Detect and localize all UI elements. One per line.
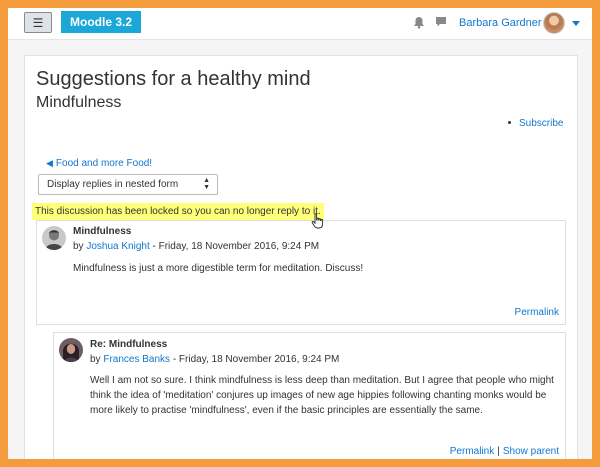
permalink-link[interactable]: Permalink xyxy=(515,307,559,318)
subscribe-link[interactable]: Subscribe xyxy=(508,118,563,129)
author-link[interactable]: Joshua Knight xyxy=(86,241,149,252)
post-commands: Permalink xyxy=(515,307,559,318)
author-avatar[interactable] xyxy=(59,338,83,362)
app-window: ☰ Moodle 3.2 Barbara Gardner Suggestions… xyxy=(8,8,592,459)
permalink-link[interactable]: Permalink xyxy=(450,446,494,457)
user-avatar[interactable] xyxy=(543,12,565,34)
woman-portrait-icon xyxy=(59,338,83,362)
man-portrait-icon xyxy=(42,226,66,250)
post-date: - Friday, 18 November 2016, 9:24 PM xyxy=(149,241,320,252)
author-avatar[interactable] xyxy=(42,226,66,250)
post-commands: Permalink | Show parent xyxy=(450,446,559,457)
show-parent-link[interactable]: Show parent xyxy=(503,446,559,457)
select-arrows-icon: ▲ ▼ xyxy=(203,177,210,191)
author-link[interactable]: Frances Banks xyxy=(103,354,170,365)
page-title: Suggestions for a healthy mind xyxy=(36,68,311,90)
messages-button[interactable] xyxy=(434,15,448,29)
previous-discussion-label[interactable]: Food and more Food! xyxy=(56,158,152,169)
top-navbar: ☰ Moodle 3.2 Barbara Gardner xyxy=(8,8,592,40)
user-menu-name[interactable]: Barbara Gardner xyxy=(459,17,542,29)
display-mode-select[interactable]: Display replies in nested form ▲ ▼ xyxy=(38,174,218,195)
subscribe-label[interactable]: Subscribe xyxy=(519,118,563,129)
post-byline: by Joshua Knight - Friday, 18 November 2… xyxy=(73,241,319,252)
post-date: - Friday, 18 November 2016, 9:24 PM xyxy=(170,354,340,365)
nav-drawer-toggle[interactable]: ☰ xyxy=(24,12,52,33)
bell-icon xyxy=(414,16,424,29)
main-content: Suggestions for a healthy mind Mindfulne… xyxy=(24,55,578,459)
discussion-title: Mindfulness xyxy=(36,94,122,111)
post-subject: Mindfulness xyxy=(73,226,132,237)
speech-bubble-icon xyxy=(436,17,446,27)
command-separator: | xyxy=(497,446,500,457)
site-brand-link[interactable]: Moodle 3.2 xyxy=(61,11,142,33)
chevron-down-icon[interactable] xyxy=(572,21,580,26)
notifications-button[interactable] xyxy=(412,15,426,29)
byline-prefix: by xyxy=(90,354,104,365)
post-message: Mindfulness is just a more digestible te… xyxy=(73,263,364,274)
hand-pointer-icon xyxy=(311,213,324,229)
hamburger-icon: ☰ xyxy=(32,15,44,30)
post-byline: by Frances Banks - Friday, 18 November 2… xyxy=(90,354,339,365)
post-subject: Re: Mindfulness xyxy=(90,339,168,350)
bullet-icon xyxy=(508,120,511,124)
byline-prefix: by xyxy=(73,241,87,252)
forum-post: Mindfulness by Joshua Knight - Friday, 1… xyxy=(36,220,566,325)
display-mode-value: Display replies in nested form xyxy=(47,179,179,190)
triangle-left-icon: ◀ xyxy=(46,158,53,168)
locked-notice: This discussion has been locked so you c… xyxy=(32,203,324,220)
post-message: Well I am not so sure. I think mindfulne… xyxy=(90,375,554,416)
previous-discussion-link[interactable]: ◀ Food and more Food! xyxy=(46,158,152,169)
forum-reply: Re: Mindfulness by Frances Banks - Frida… xyxy=(53,332,566,459)
